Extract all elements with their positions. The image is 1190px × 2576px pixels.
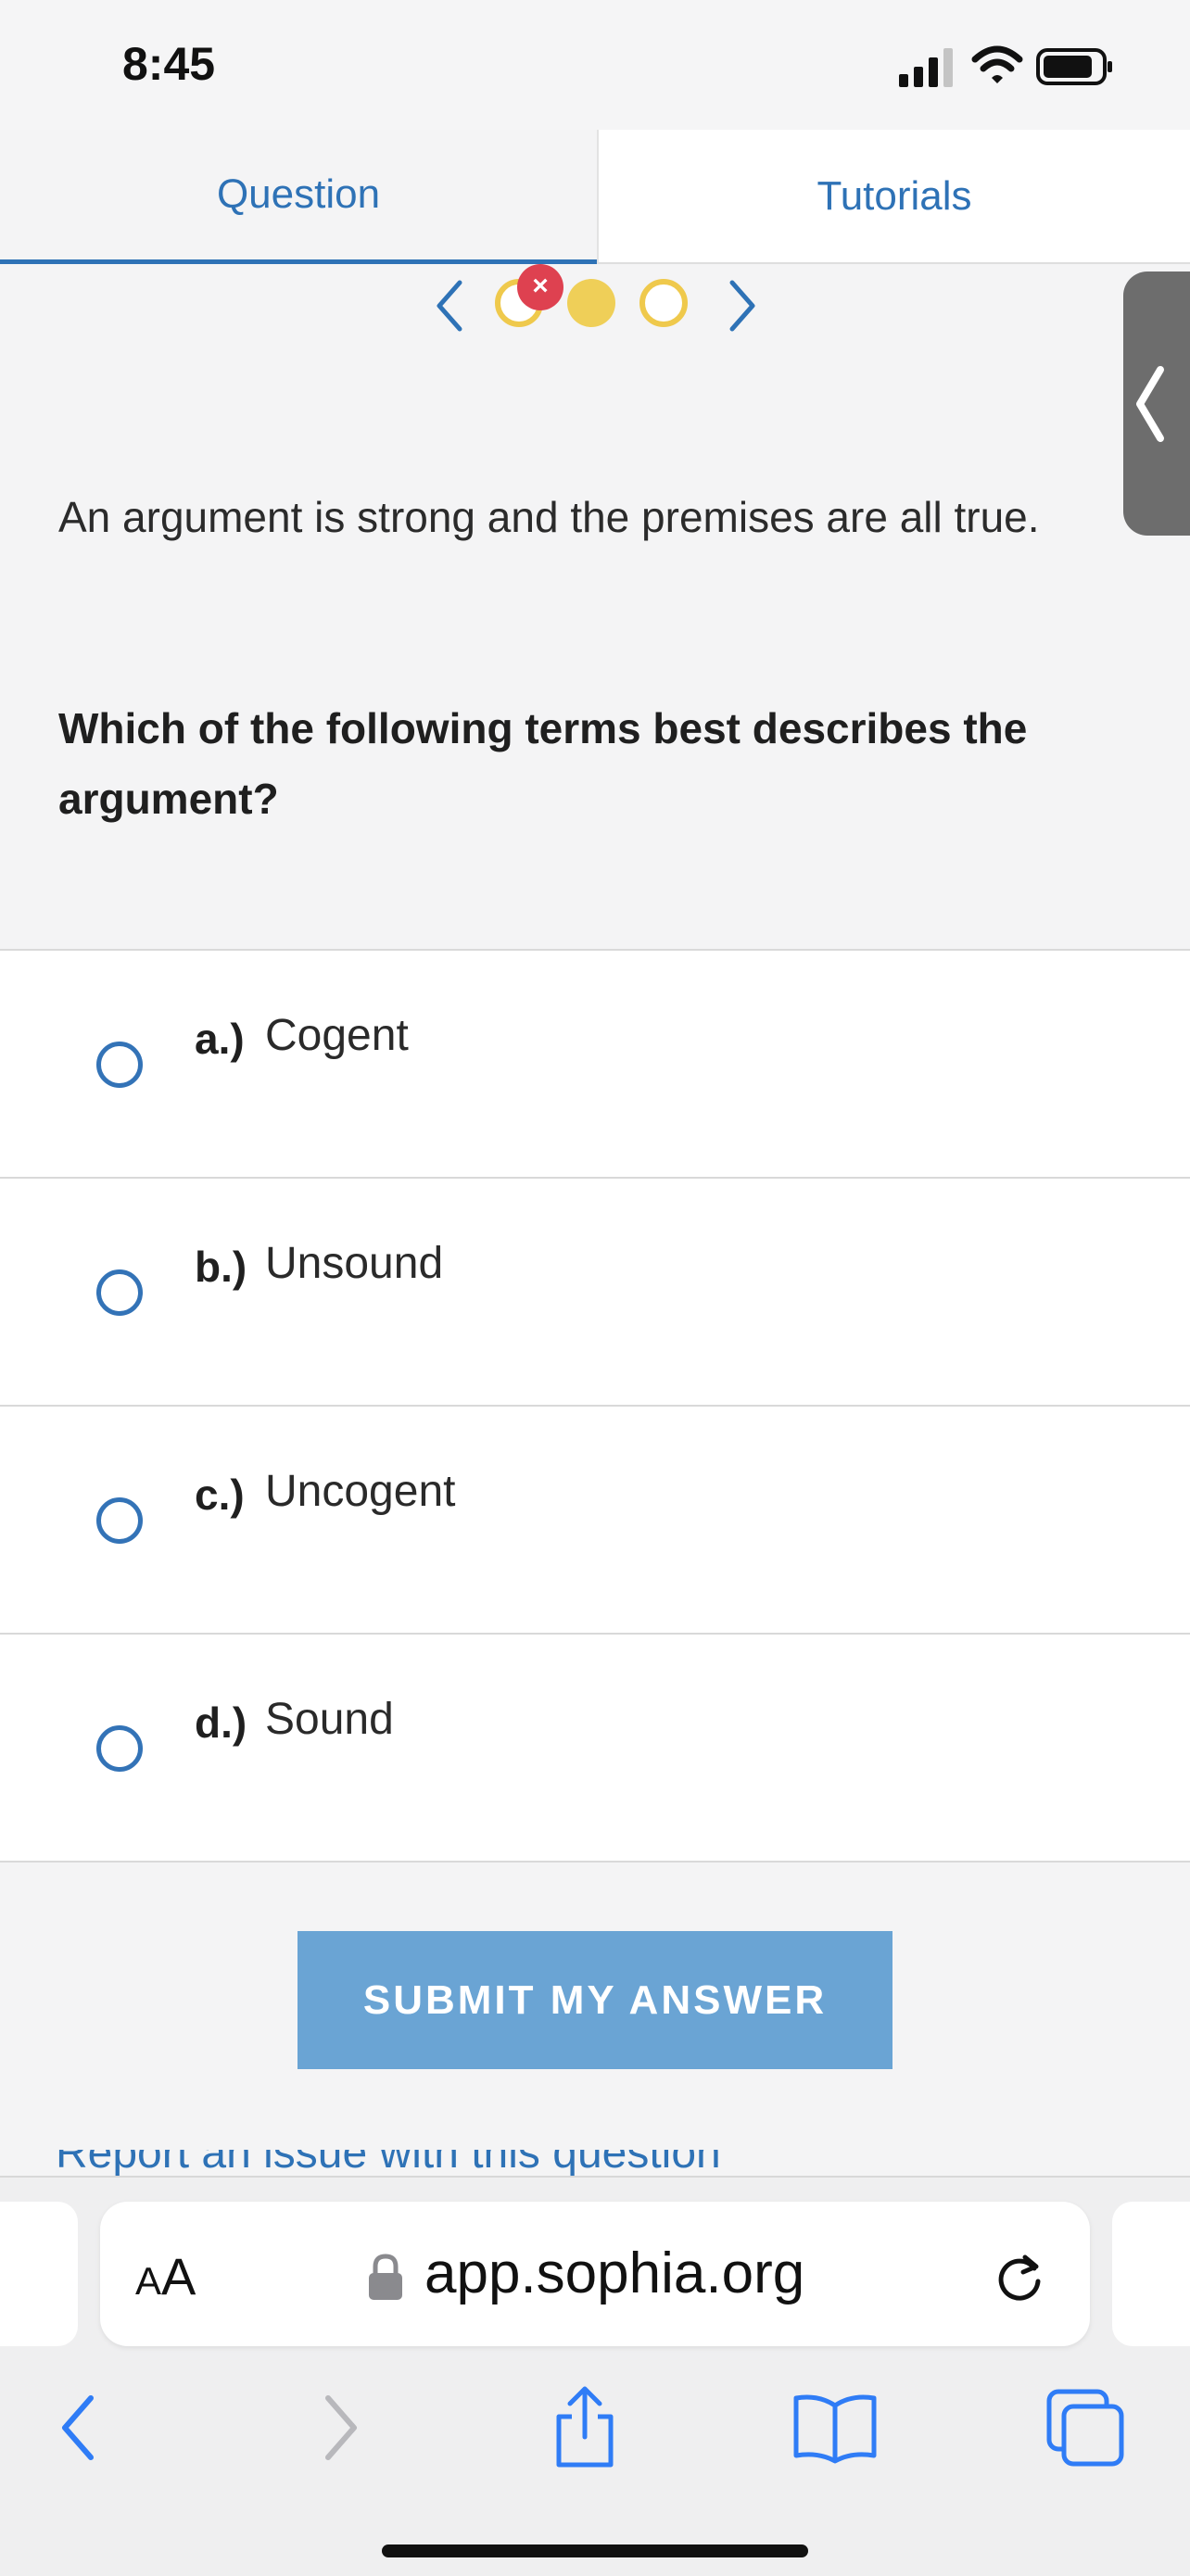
tab-tutorials[interactable]: Tutorials [597, 130, 1190, 264]
cellular-signal-icon [899, 48, 953, 87]
aa-small-letter: A [135, 2259, 162, 2303]
question-dot-3[interactable] [639, 279, 688, 327]
radio-button[interactable] [96, 1497, 143, 1544]
incorrect-badge-icon: × [517, 264, 563, 310]
status-time: 8:45 [122, 38, 216, 90]
side-panel-handle[interactable] [1123, 271, 1190, 536]
home-indicator [382, 2544, 808, 2557]
tabs-button[interactable] [1034, 2372, 1136, 2483]
aa-large-letter: A [161, 2247, 196, 2305]
url-text: app.sophia.org [424, 2241, 805, 2305]
answer-option-c[interactable]: c.) Uncogent [0, 1405, 1190, 1633]
report-issue-link[interactable]: Report an issue with this question [56, 2150, 721, 2178]
browser-chrome: AA app.sophia.org [0, 2176, 1190, 2576]
option-text: Uncogent [265, 1467, 456, 1516]
option-text: Sound [265, 1695, 394, 1744]
answer-option-a[interactable]: a.) Cogent [0, 949, 1190, 1177]
answer-options: a.) Cogent b.) Unsound c.) Uncogent d.) … [0, 949, 1190, 1863]
book-icon [793, 2394, 877, 2464]
answer-option-d[interactable]: d.) Sound [0, 1633, 1190, 1863]
bookmarks-button[interactable] [784, 2372, 886, 2483]
reader-settings-button[interactable]: AA [135, 2246, 196, 2306]
previous-question-button[interactable] [426, 273, 473, 338]
chevron-left-icon [62, 2395, 94, 2460]
report-issue-link-text: Report an issue with this question [56, 2150, 721, 2178]
browser-forward-button[interactable] [289, 2372, 391, 2483]
tabs-icon [1046, 2389, 1124, 2467]
next-question-button[interactable] [719, 273, 766, 338]
reload-icon[interactable] [990, 2248, 1049, 2307]
chevron-left-icon [1136, 366, 1164, 442]
option-text: Unsound [265, 1239, 444, 1288]
previous-tab-preview[interactable] [0, 2202, 78, 2346]
share-icon [556, 2386, 614, 2468]
question-prompt: An argument is strong and the premises a… [58, 493, 1040, 541]
status-bar: 8:45 [0, 0, 1190, 130]
chevron-right-icon [325, 2395, 357, 2460]
browser-toolbar [0, 2372, 1190, 2483]
option-letter: c.) [195, 1471, 245, 1519]
answer-option-b[interactable]: b.) Unsound [0, 1177, 1190, 1405]
radio-button[interactable] [96, 1269, 143, 1316]
question-navigator: × [426, 264, 769, 347]
browser-back-button[interactable] [28, 2372, 130, 2483]
share-button[interactable] [534, 2372, 636, 2483]
tab-bar: Question Tutorials [0, 130, 1190, 264]
question-text: Which of the following terms best descri… [58, 704, 1028, 823]
lock-icon [369, 2254, 402, 2300]
option-letter: b.) [195, 1243, 247, 1291]
option-letter: d.) [195, 1698, 247, 1747]
option-text: Cogent [265, 1011, 409, 1060]
question-dot-2[interactable] [567, 279, 615, 327]
tab-question[interactable]: Question [0, 130, 597, 264]
battery-icon [1036, 48, 1112, 85]
radio-button[interactable] [96, 1725, 143, 1772]
option-letter: a.) [195, 1015, 245, 1063]
submit-answer-button[interactable]: SUBMIT MY ANSWER [298, 1931, 892, 2069]
address-bar[interactable]: AA app.sophia.org [100, 2202, 1090, 2346]
next-tab-preview[interactable] [1112, 2202, 1190, 2346]
wifi-icon [971, 45, 1023, 83]
radio-button[interactable] [96, 1042, 143, 1088]
